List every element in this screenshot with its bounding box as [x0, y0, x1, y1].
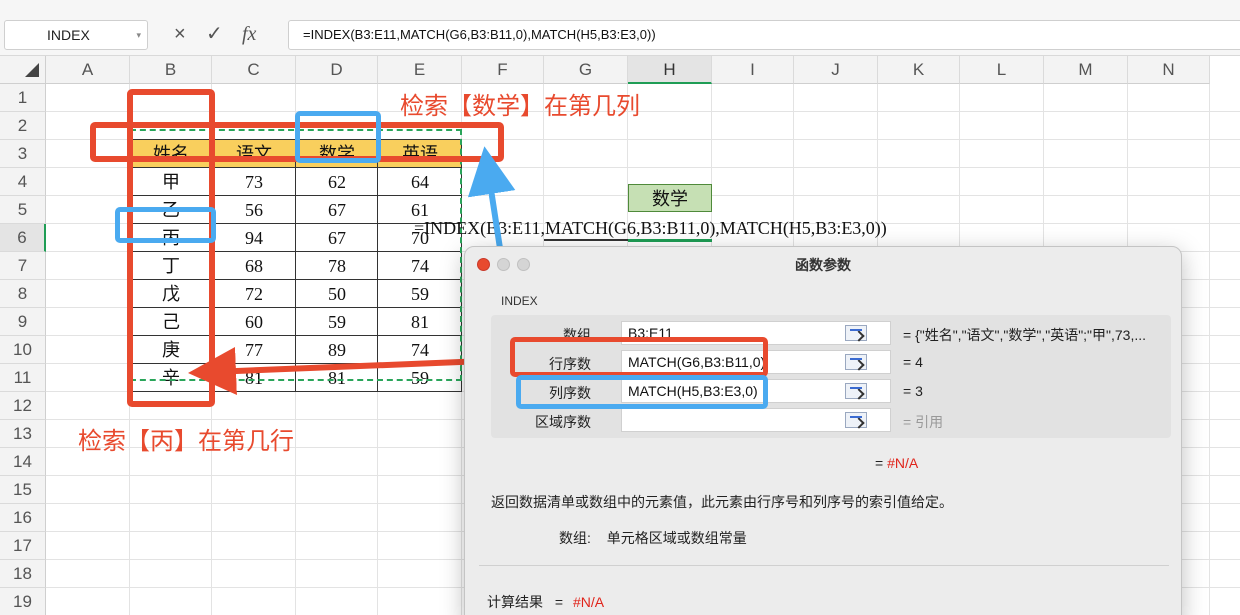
row-header-17[interactable]: 17 [0, 532, 46, 560]
name-box[interactable]: INDEX ▾ [4, 20, 148, 50]
row-header-2[interactable]: 2 [0, 112, 46, 140]
arg-result: = {"姓名","语文","数学","英语";"甲",73,... [903, 327, 1147, 343]
dialog-divider [479, 565, 1169, 566]
function-arguments-dialog: 函数参数 INDEX 数组 B3:E11 = {"姓名","语文","数学","英语… [464, 246, 1182, 615]
select-all-icon [25, 63, 39, 77]
formula-result-eq: = [875, 455, 884, 471]
row-header-18[interactable]: 18 [0, 560, 46, 588]
column-header-b[interactable]: B [130, 56, 212, 84]
arg-result: = 4 [903, 354, 923, 370]
name-box-value: INDEX [47, 27, 90, 43]
column-header-k[interactable]: K [878, 56, 960, 84]
select-all-corner[interactable] [0, 56, 46, 84]
col-arg-blue-box [516, 375, 768, 409]
row-header-15[interactable]: 15 [0, 476, 46, 504]
row-header-6[interactable]: 6 [0, 224, 46, 252]
row-header-19[interactable]: 19 [0, 588, 46, 615]
math-header-blue-box [295, 111, 381, 163]
calc-result-value: #N/A [572, 594, 605, 610]
cell-formula-text: =INDEX(B3:E11,MATCH(G6,B3:B11,0),MATCH(H… [414, 218, 887, 238]
dialog-title: 函数参数 [795, 257, 851, 273]
cancel-icon[interactable]: × [174, 22, 186, 46]
row-gridline [46, 111, 1240, 112]
calc-result-eq: = [554, 594, 564, 610]
chevron-down-icon[interactable]: ▾ [136, 21, 141, 49]
annotation-find-row: 检索【丙】在第几行 [78, 428, 294, 455]
row-header-7[interactable]: 7 [0, 252, 46, 280]
function-name: INDEX [501, 294, 538, 308]
column-header-f[interactable]: F [462, 56, 544, 84]
row-arg-red-box [510, 337, 768, 377]
arg-result: = 3 [903, 383, 923, 399]
column-header-i[interactable]: I [712, 56, 794, 84]
column-header-d[interactable]: D [296, 56, 378, 84]
confirm-icon[interactable]: ✓ [206, 22, 223, 46]
collapse-dialog-icon[interactable] [845, 383, 867, 399]
fx-icon[interactable]: fx [242, 22, 256, 46]
row-header-13[interactable]: 13 [0, 420, 46, 448]
arg-result: = 引用 [903, 414, 944, 430]
row-header-1[interactable]: 1 [0, 84, 46, 112]
row-header-10[interactable]: 10 [0, 336, 46, 364]
row-header-12[interactable]: 12 [0, 392, 46, 420]
formula-bar: INDEX ▾ × ✓ fx =INDEX(B3:E11,MATCH(G6,B3… [0, 0, 1240, 56]
column-header-a[interactable]: A [46, 56, 130, 84]
formula-input[interactable]: =INDEX(B3:E11,MATCH(G6,B3:B11,0),MATCH(H… [288, 20, 1240, 50]
row-header-14[interactable]: 14 [0, 448, 46, 476]
formula-result: = #N/A [875, 455, 918, 471]
argument-help: 数组: 单元格区域或数组常量 [559, 528, 747, 548]
collapse-dialog-icon[interactable] [845, 412, 867, 428]
column-header-c[interactable]: C [212, 56, 296, 84]
function-description: 返回数据清单或数组中的元素值，此元素由行序号和列序号的索引值给定。 [491, 494, 953, 510]
column-header-l[interactable]: L [960, 56, 1044, 84]
row-header-11[interactable]: 11 [0, 364, 46, 392]
bing-cell-blue-box [115, 207, 216, 243]
argument-help-text: 单元格区域或数组常量 [606, 530, 747, 546]
column-header-m[interactable]: M [1044, 56, 1128, 84]
collapse-dialog-icon[interactable] [845, 354, 867, 370]
row-header-5[interactable]: 5 [0, 196, 46, 224]
annotation-find-column: 检索【数学】在第几列 [400, 93, 640, 120]
calc-result: 计算结果 = #N/A [487, 592, 604, 612]
row-header-3[interactable]: 3 [0, 140, 46, 168]
formula-result-value: #N/A [887, 455, 919, 471]
column-gridline [1209, 84, 1210, 615]
collapse-dialog-icon[interactable] [845, 325, 867, 341]
arg-label: 区域序数 [535, 414, 591, 430]
column-header-h[interactable]: H [628, 56, 712, 84]
row-header-9[interactable]: 9 [0, 308, 46, 336]
column-header-j[interactable]: J [794, 56, 878, 84]
column-header-g[interactable]: G [544, 56, 628, 84]
calc-result-label: 计算结果 [487, 594, 543, 610]
lookup-cell-value: 数学 [652, 189, 688, 209]
column-header-n[interactable]: N [1128, 56, 1210, 84]
argument-help-name: 数组: [559, 530, 591, 546]
column-header-e[interactable]: E [378, 56, 462, 84]
lookup-cell-h5[interactable]: 数学 [628, 184, 712, 212]
row-header-16[interactable]: 16 [0, 504, 46, 532]
row-header-8[interactable]: 8 [0, 280, 46, 308]
row-header-4[interactable]: 4 [0, 168, 46, 196]
